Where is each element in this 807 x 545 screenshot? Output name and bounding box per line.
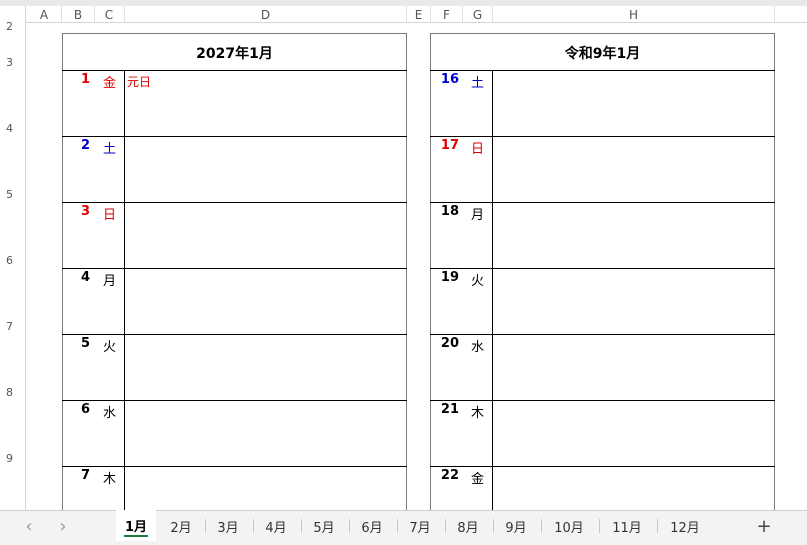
tab-separator [541, 519, 542, 533]
left_days-date-number[interactable]: 5 [68, 336, 90, 351]
tab-separator [493, 519, 494, 533]
add-sheet-button[interactable]: + [752, 511, 776, 541]
right_days-date-number[interactable]: 18 [436, 204, 459, 219]
right_days-weekday[interactable]: 金 [471, 468, 484, 487]
right_days-weekday[interactable]: 火 [471, 270, 484, 289]
left_days-date-number[interactable]: 6 [68, 402, 90, 417]
left_days-weekday[interactable]: 水 [103, 402, 116, 421]
right_days-date-number[interactable]: 17 [436, 138, 459, 153]
sheet-tab[interactable]: 3月 [206, 511, 250, 541]
sheet-tab[interactable]: 4月 [254, 511, 298, 541]
tab-separator [253, 519, 254, 533]
right_days-date-number[interactable]: 19 [436, 270, 459, 285]
sheet-tab[interactable]: 1月 [116, 510, 156, 541]
sheet-tab[interactable]: 8月 [446, 511, 490, 541]
tab-separator [445, 519, 446, 533]
sheet-tab[interactable]: 9月 [494, 511, 538, 541]
column-header-g[interactable]: G [462, 8, 493, 22]
tab-separator [599, 519, 600, 533]
sheet-tab[interactable]: 10月 [542, 511, 596, 541]
column-header-f[interactable]: F [431, 8, 462, 22]
column-header-b[interactable]: B [62, 8, 94, 22]
sheet-tab[interactable]: 6月 [350, 511, 394, 541]
row-header-8[interactable]: 8 [0, 386, 25, 399]
spreadsheet-grid[interactable]: A B C D E F G H 2 3 4 5 6 7 8 9 2027年1月 … [0, 0, 807, 510]
right_days-date-number[interactable]: 21 [436, 402, 459, 417]
right-month-title: 令和9年1月 [564, 46, 641, 62]
row-header-4[interactable]: 4 [0, 122, 25, 135]
left_days-weekday[interactable]: 土 [103, 138, 116, 157]
next-sheet-icon[interactable]: › [52, 511, 74, 541]
tab-separator [397, 519, 398, 533]
sheet-tab[interactable]: 2月 [160, 511, 202, 541]
sheet-tab[interactable]: 7月 [398, 511, 442, 541]
sheet-tab-bar: ‹ › 1月 2月 3月 4月 5月 6月 7月 8月 9月 10月 11月 12月 + [0, 510, 807, 545]
left_days-note-cell[interactable]: 元日 [127, 73, 151, 90]
left_days-date-number[interactable]: 1 [68, 72, 90, 87]
left-month-title: 2027年1月 [196, 46, 273, 62]
right_days-weekday[interactable]: 月 [471, 204, 484, 223]
row-header-6[interactable]: 6 [0, 254, 25, 267]
tab-separator [657, 519, 658, 533]
column-header-e[interactable]: E [407, 8, 430, 22]
left_days-date-number[interactable]: 2 [68, 138, 90, 153]
row-header-9[interactable]: 9 [0, 452, 25, 465]
right_days-date-number[interactable]: 22 [436, 468, 459, 483]
row-header-7[interactable]: 7 [0, 320, 25, 333]
row-header-5[interactable]: 5 [0, 188, 25, 201]
column-header-h[interactable]: H [493, 8, 774, 22]
tab-separator [205, 519, 206, 533]
right_days-date-number[interactable]: 20 [436, 336, 459, 351]
left_days-date-number[interactable]: 7 [68, 468, 90, 483]
left_days-date-number[interactable]: 3 [68, 204, 90, 219]
sheet-tab[interactable]: 11月 [600, 511, 654, 541]
left_days-weekday[interactable]: 月 [103, 270, 116, 289]
column-header-a[interactable]: A [27, 8, 61, 22]
left_days-weekday[interactable]: 木 [103, 468, 116, 487]
column-header-d[interactable]: D [125, 8, 406, 22]
row-header-2[interactable]: 2 [0, 20, 25, 33]
column-header-c[interactable]: C [94, 8, 124, 22]
left_days-weekday[interactable]: 火 [103, 336, 116, 355]
sheet-tab[interactable]: 12月 [658, 511, 712, 541]
right_days-weekday[interactable]: 木 [471, 402, 484, 421]
right_days-date-number[interactable]: 16 [436, 72, 459, 87]
right_days-weekday[interactable]: 水 [471, 336, 484, 355]
right_days-weekday[interactable]: 土 [471, 72, 484, 91]
prev-sheet-icon[interactable]: ‹ [18, 511, 40, 541]
left_days-weekday[interactable]: 金 [103, 72, 116, 91]
row-header-3[interactable]: 3 [0, 56, 25, 69]
right_days-weekday[interactable]: 日 [471, 138, 484, 157]
tab-separator [301, 519, 302, 533]
left_days-date-number[interactable]: 4 [68, 270, 90, 285]
tab-separator [349, 519, 350, 533]
active-tab-underline [124, 535, 148, 537]
left_days-weekday[interactable]: 日 [103, 204, 116, 223]
sheet-tab[interactable]: 5月 [302, 511, 346, 541]
